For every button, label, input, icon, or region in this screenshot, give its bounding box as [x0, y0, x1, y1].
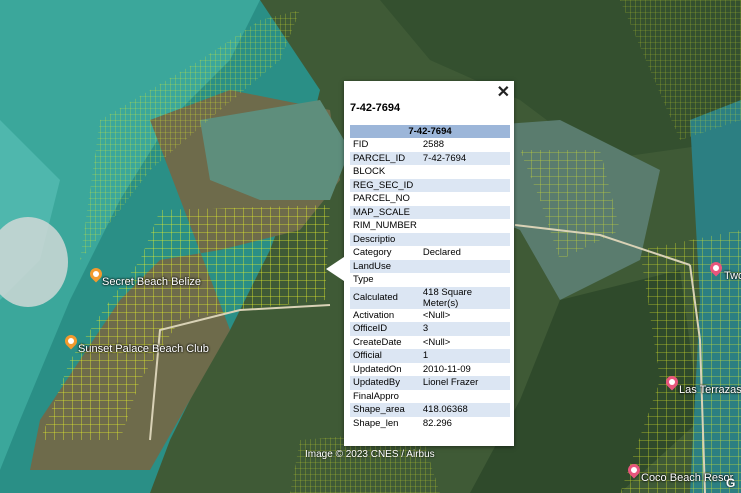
table-row: REG_SEC_ID: [350, 178, 510, 192]
place-label-las-terrazas[interactable]: Las Terrazas: [679, 384, 741, 396]
table-row: PARCEL_NO: [350, 192, 510, 206]
attribute-key: Official: [350, 349, 420, 363]
attribute-table: 7-42-7694 FID 2588 PARCEL_ID 7-42-7694 BLOCK…: [350, 125, 510, 430]
attribute-key: Descriptio: [350, 232, 420, 246]
table-row: BLOCK: [350, 165, 510, 179]
attribute-key: Shape_area: [350, 403, 420, 417]
table-row: Shape_len 82.296: [350, 417, 510, 431]
attribute-key: RIM_NUMBER: [353, 220, 417, 232]
place-label-secret-beach[interactable]: Secret Beach Belize: [102, 276, 201, 288]
attribute-value: [420, 273, 510, 287]
table-row: UpdatedOn 2010-11-09: [350, 363, 510, 377]
attribute-value: 418.06368: [419, 403, 510, 417]
table-row: Calculated 418 Square Meter(s): [350, 286, 510, 309]
table-row: Official 1: [350, 349, 510, 363]
place-label-coco-beach[interactable]: Coco Beach Resor: [641, 472, 733, 484]
attribute-table-header: 7-42-7694: [350, 125, 510, 138]
attribute-key: FinalAppro: [353, 390, 399, 402]
attribute-value: [420, 219, 510, 233]
attribute-value: 82.296: [422, 417, 452, 429]
attribute-value: [419, 232, 510, 246]
table-row: LandUse: [350, 259, 510, 273]
table-row: PARCEL_ID 7-42-7694: [350, 151, 510, 165]
place-label-two[interactable]: Two: [724, 270, 741, 282]
table-row: FID 2588: [350, 138, 510, 152]
map-attribution: Image © 2023 CNES / Airbus: [305, 449, 435, 460]
close-icon[interactable]: ✕: [497, 82, 510, 102]
map-logo: G: [726, 476, 736, 490]
attribute-key: Shape_len: [353, 417, 399, 429]
attribute-value: [420, 192, 510, 206]
attribute-value: [419, 178, 510, 192]
attribute-value: 7-42-7694: [419, 151, 510, 165]
attribute-key: UpdatedBy: [350, 376, 420, 390]
attribute-value: [419, 259, 510, 273]
attribute-key: PARCEL_NO: [353, 193, 410, 205]
attribute-key: FID: [353, 139, 369, 151]
attribute-key: UpdatedOn: [353, 363, 402, 375]
table-row: Shape_area 418.06368: [350, 403, 510, 417]
attribute-value: 2588: [422, 139, 445, 151]
attribute-key: Activation: [353, 309, 395, 321]
table-row: Activation <Null>: [350, 309, 510, 323]
table-row: FinalAppro: [350, 390, 510, 404]
attribute-key: LandUse: [350, 259, 420, 273]
table-row: RIM_NUMBER: [350, 219, 510, 233]
attribute-value: 2010-11-09: [422, 363, 471, 375]
table-row: CreateDate <Null>: [350, 336, 510, 350]
attribute-key: OfficeID: [350, 322, 420, 336]
popup-title: 7-42-7694: [350, 102, 401, 114]
attribute-key: Type: [353, 274, 374, 286]
attribute-key: MAP_SCALE: [350, 205, 420, 219]
table-row: Descriptio: [350, 232, 510, 246]
table-row: UpdatedBy Lionel Frazer: [350, 376, 510, 390]
table-row: Type: [350, 273, 510, 287]
place-label-sunset-palace[interactable]: Sunset Palace Beach Club: [78, 343, 209, 355]
attribute-key: Category: [353, 247, 392, 259]
attribute-value: <Null>: [422, 309, 451, 321]
attribute-key: Calculated: [350, 286, 420, 309]
attribute-value: 1: [419, 349, 510, 363]
attribute-value: [419, 205, 510, 219]
table-row: OfficeID 3: [350, 322, 510, 336]
attribute-value: Lionel Frazer: [419, 376, 510, 390]
attribute-key: CreateDate: [353, 336, 402, 348]
attribute-value: [420, 390, 510, 404]
attribute-value: 418 Square Meter(s): [419, 286, 510, 309]
table-row: Category Declared: [350, 246, 510, 260]
attribute-value: Declared: [422, 247, 461, 259]
attribute-key: PARCEL_ID: [350, 151, 420, 165]
attribute-value: [420, 165, 510, 179]
table-row: MAP_SCALE: [350, 205, 510, 219]
attribute-key: BLOCK: [353, 166, 386, 178]
attribute-value: <Null>: [422, 336, 451, 348]
attribute-key: REG_SEC_ID: [350, 178, 420, 192]
attribute-value: 3: [419, 322, 510, 336]
parcel-popup: ✕ 7-42-7694 7-42-7694 FID 2588 PARCEL_ID 7-…: [326, 81, 514, 446]
